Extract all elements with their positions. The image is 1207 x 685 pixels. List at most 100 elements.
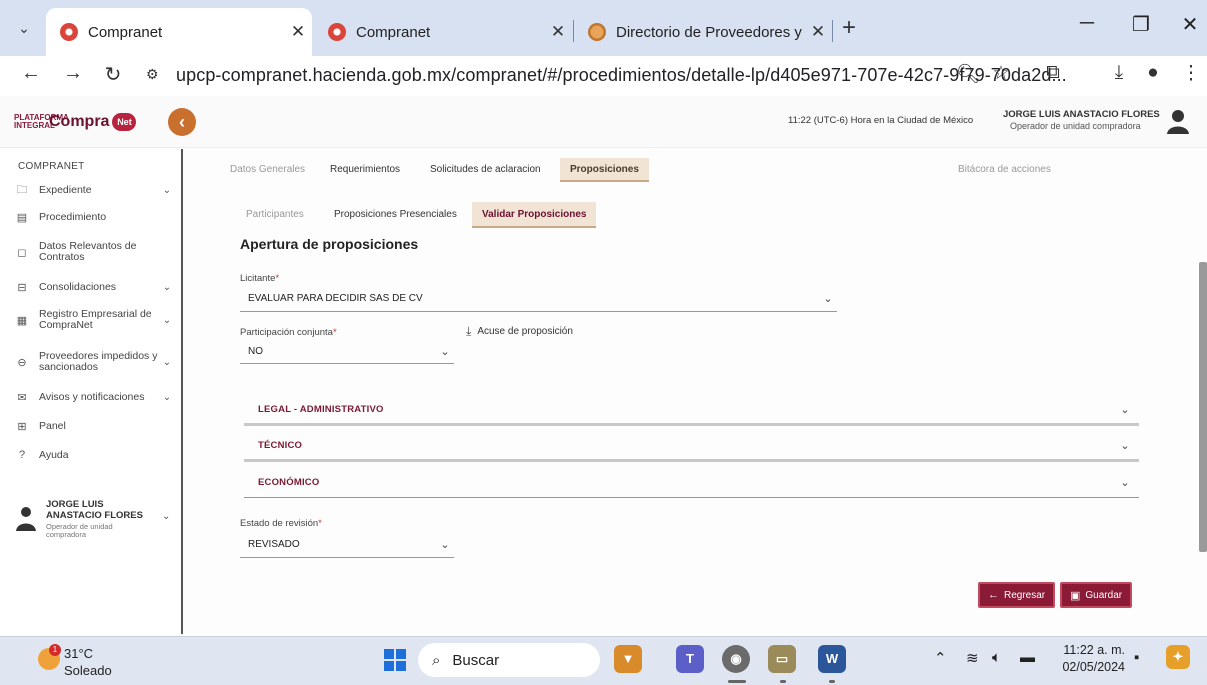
minimize-icon[interactable]: ─: [1072, 12, 1102, 35]
sidebar-item-datos-relevantos[interactable]: ◻ Datos Relevantos de Contratos: [14, 241, 174, 263]
tab-close-icon[interactable]: ✕: [544, 22, 572, 42]
chevron-down-icon: ⌄: [440, 346, 450, 358]
chevron-down-icon: ⌄: [162, 185, 172, 196]
tab-requerimientos[interactable]: Requerimientos: [320, 158, 410, 182]
sidebar-item-consolidaciones[interactable]: ⊟ Consolidaciones ⌄: [14, 281, 174, 295]
tab-title: Compranet: [88, 23, 163, 41]
profile-icon[interactable]: ●: [1140, 62, 1166, 84]
bookmark-star-icon[interactable]: ☆: [988, 62, 1014, 85]
sidebar-item-label: Datos Relevantos de Contratos: [39, 240, 137, 263]
tab-close-icon[interactable]: ✕: [804, 22, 832, 42]
sidebar-user-name: JORGE LUIS ANASTACIO FLORES: [46, 499, 143, 521]
acuse-label: Acuse de proposición: [477, 326, 573, 337]
sidebar-item-proveedores-impedidos[interactable]: ⊖ Proveedores impedidos y sancionados ⌄: [14, 351, 174, 373]
download-icon[interactable]: ⤓: [1106, 62, 1132, 84]
user-avatar-icon[interactable]: [1166, 108, 1190, 134]
new-tab-plus-icon[interactable]: +: [842, 14, 856, 42]
sidebar-item-ayuda[interactable]: ? Ayuda: [14, 449, 174, 461]
temperature: 31°C: [64, 646, 94, 661]
collapse-sidebar-button[interactable]: ‹: [168, 108, 196, 136]
chrome-icon[interactable]: ◉: [722, 645, 750, 673]
compranet-favicon-icon: [328, 23, 346, 41]
sidebar-title: COMPRANET: [18, 161, 85, 172]
tab-close-icon[interactable]: ✕: [284, 22, 312, 42]
licitante-label-text: Licitante: [240, 273, 276, 284]
chevron-down-icon: ⌄: [162, 356, 172, 368]
subtab-proposiciones-presenciales[interactable]: Proposiciones Presenciales: [324, 202, 467, 228]
layers-icon: ⊟: [17, 282, 27, 294]
compranet-logo[interactable]: PLATAFORMA INTEGRAL Compra Net: [14, 110, 137, 134]
subtab-participantes[interactable]: Participantes: [236, 202, 314, 228]
chevron-down-icon: ⌄: [162, 392, 172, 403]
close-window-icon[interactable]: ✕: [1175, 12, 1205, 37]
tab-datos-generales[interactable]: Datos Generales: [220, 158, 315, 182]
tab-bitacora[interactable]: Bitácora de acciones: [948, 158, 1061, 182]
word-icon[interactable]: W: [818, 645, 846, 673]
regresar-button[interactable]: ← Regresar: [978, 582, 1056, 608]
tab-proposiciones[interactable]: Proposiciones: [560, 158, 649, 182]
user-avatar-icon: [16, 507, 36, 531]
download-icon: ⤓: [466, 324, 472, 338]
header-user-name: JORGE LUIS ANASTACIO FLORES: [1003, 109, 1160, 120]
volume-icon[interactable]: 🔈︎: [992, 649, 1001, 666]
ban-icon: ⊖: [17, 356, 27, 369]
participacion-label-text: Participación conjunta: [240, 327, 333, 338]
chevron-down-icon: ⌄: [162, 314, 172, 326]
taskbar-app-icon[interactable]: ▼: [614, 645, 642, 673]
participacion-select[interactable]: NO ⌄: [240, 340, 454, 364]
restore-icon[interactable]: ❐: [1126, 12, 1156, 37]
page-scrollbar[interactable]: [1199, 262, 1207, 552]
url-field[interactable]: upcp-compranet.hacienda.gob.mx/compranet…: [176, 65, 1067, 86]
active-app-indicator: [728, 680, 746, 683]
file-explorer-icon[interactable]: ▭: [768, 645, 796, 673]
copilot-icon[interactable]: ✦: [1166, 645, 1190, 669]
windows-start-icon[interactable]: [384, 649, 406, 671]
sidebar-item-expediente[interactable]: 🗀 Expediente ⌄: [14, 181, 174, 200]
browser-tab-directorio[interactable]: Directorio de Proveedores y Co ✕: [574, 8, 832, 56]
sidebar-item-procedimiento[interactable]: ▤ Procedimiento: [14, 211, 174, 225]
required-mark: *: [332, 327, 337, 338]
participacion-value: NO: [248, 346, 263, 357]
taskbar-clock[interactable]: 11:22 a. m. 02/05/2024: [1055, 642, 1125, 676]
chevron-down-icon: ⌄: [823, 293, 833, 305]
sidebar-item-label: Ayuda: [39, 448, 69, 461]
chevron-down-icon: ⌄: [1120, 404, 1130, 416]
app-header: PLATAFORMA INTEGRAL Compra Net ‹ 11:22 (…: [0, 96, 1207, 148]
browser-menu-icon[interactable]: ⋮: [1178, 62, 1204, 85]
sidebar-item-registro-empresarial[interactable]: ▦ Registro Empresarial de CompraNet ⌄: [14, 309, 174, 331]
teams-icon[interactable]: T: [676, 645, 704, 673]
browser-tab-compranet-1[interactable]: Compranet ✕: [46, 8, 312, 56]
subtab-validar-proposiciones[interactable]: Validar Proposiciones: [472, 202, 597, 228]
reload-icon[interactable]: ↻: [100, 62, 126, 87]
acuse-download-link[interactable]: ⤓ Acuse de proposición: [466, 324, 573, 339]
licitante-select[interactable]: EVALUAR PARA DECIDIR SAS DE CV ⌄: [240, 286, 837, 312]
extensions-icon[interactable]: ⧉: [1040, 62, 1066, 84]
tab-solicitudes-aclaracion[interactable]: Solicitudes de aclaracion: [420, 158, 551, 182]
battery-icon[interactable]: ▬: [1020, 649, 1035, 666]
site-settings-icon[interactable]: ⚙: [146, 66, 159, 83]
chevron-down-icon: ⌄: [1120, 477, 1130, 489]
notification-icon[interactable]: ▪: [1134, 649, 1139, 666]
app-indicator: [829, 680, 835, 683]
sidebar-user-menu[interactable]: JORGE LUIS ANASTACIO FLORES Operador de …: [14, 499, 174, 543]
estado-select[interactable]: REVISADO ⌄: [240, 532, 454, 558]
accordion-tecnico[interactable]: TÉCNICO ⌄: [244, 432, 1139, 462]
guardar-button[interactable]: ▣ Guardar: [1060, 582, 1133, 608]
sidebar-item-avisos[interactable]: ✉ Avisos y notificaciones ⌄: [14, 391, 174, 405]
zoom-icon[interactable]: 🔍︎: [955, 62, 981, 86]
weather-description: Soleado: [64, 663, 112, 678]
taskbar-search[interactable]: ⌕ Buscar: [418, 643, 600, 677]
tab-search-chevron-icon[interactable]: ⌄: [12, 16, 36, 40]
wifi-icon[interactable]: ≋: [966, 649, 979, 667]
estado-label-text: Estado de revisión: [240, 518, 319, 529]
back-arrow-icon[interactable]: ←: [18, 62, 44, 85]
accordion-legal-administrativo[interactable]: LEGAL - ADMINISTRATIVO ⌄: [244, 396, 1139, 426]
tray-overflow-chevron-icon[interactable]: ⌃: [934, 649, 947, 667]
sidebar-item-label: Expediente: [39, 184, 92, 196]
estado-value: REVISADO: [248, 539, 300, 550]
forward-arrow-icon[interactable]: →: [60, 62, 86, 85]
sidebar-item-panel[interactable]: ⊞ Panel: [14, 420, 174, 434]
accordion-economico[interactable]: ECONÓMICO ⌄: [244, 468, 1139, 498]
browser-tab-compranet-2[interactable]: Compranet ✕: [314, 8, 572, 56]
folder-icon: 🗀: [16, 184, 28, 196]
